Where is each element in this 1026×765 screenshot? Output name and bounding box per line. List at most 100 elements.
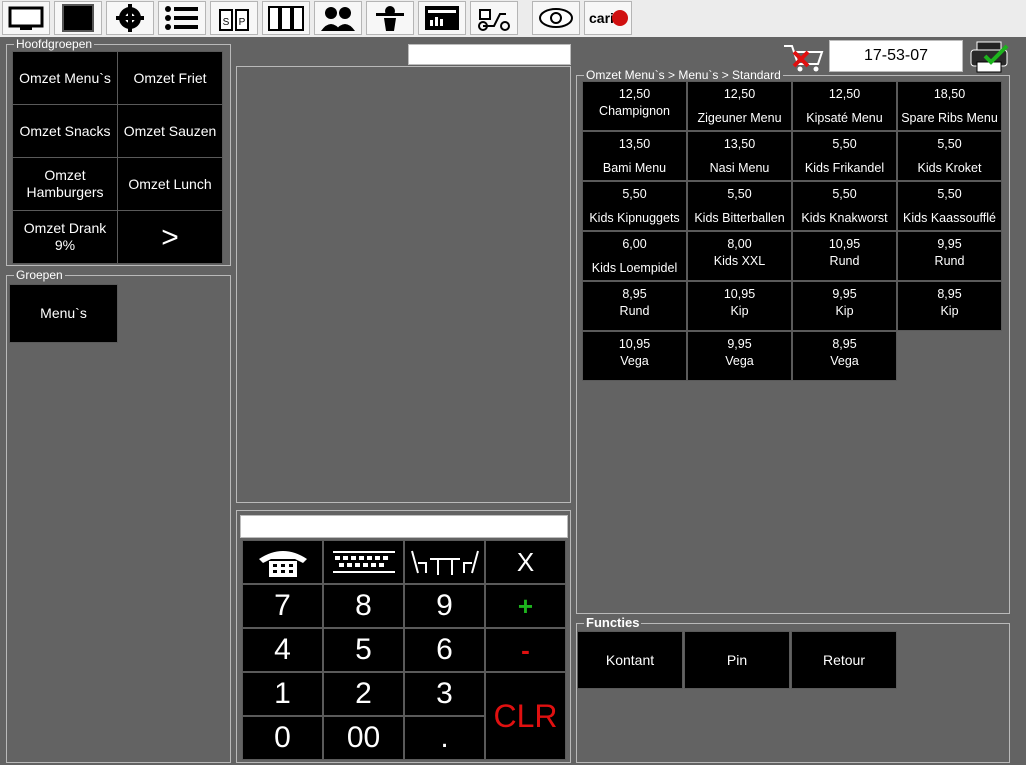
product-name: Kids Bitterballen	[694, 211, 785, 225]
report-icon[interactable]	[418, 1, 466, 35]
salt-pepper-icon[interactable]: SP	[210, 1, 258, 35]
key-5[interactable]: 5	[323, 628, 404, 672]
pin-button[interactable]: Pin	[684, 631, 790, 689]
hoofdgroep-omzet-menus[interactable]: Omzet Menu`s	[12, 51, 118, 105]
svg-text:S: S	[223, 17, 230, 28]
order-list-panel[interactable]	[236, 66, 571, 503]
product-button[interactable]: 18,50 Spare Ribs Menu	[897, 81, 1002, 131]
product-name: Kipsaté Menu	[806, 111, 883, 125]
hoofdgroep-omzet-snacks[interactable]: Omzet Snacks	[12, 104, 118, 158]
key-3[interactable]: 3	[404, 672, 485, 716]
key-decimal[interactable]: .	[404, 716, 485, 760]
keypad-input[interactable]	[240, 515, 568, 538]
product-name: Kids Loempidel	[591, 261, 678, 275]
waiter-icon[interactable]	[366, 1, 414, 35]
telephone-icon[interactable]	[242, 540, 323, 584]
product-name: Vega	[620, 354, 649, 368]
list-icon[interactable]	[158, 1, 206, 35]
minus-key[interactable]: -	[485, 628, 566, 672]
hoofdgroepen-title: Hoofdgroepen	[14, 37, 95, 51]
product-button[interactable]: 10,95 Kip	[687, 281, 792, 331]
svg-text:P: P	[239, 17, 246, 28]
archive-icon[interactable]	[262, 1, 310, 35]
search-input[interactable]	[408, 44, 571, 65]
product-name: Rund	[934, 254, 965, 268]
cart-delete-icon[interactable]	[782, 42, 826, 74]
users-icon[interactable]	[314, 1, 362, 35]
product-name: Champignon	[599, 104, 670, 118]
product-price: 12,50	[723, 87, 756, 101]
product-button[interactable]: 6,00 Kids Loempidel	[582, 231, 687, 281]
key-4[interactable]: 4	[242, 628, 323, 672]
hoofdgroep-omzet-lunch[interactable]: Omzet Lunch	[117, 157, 223, 211]
hoofdgroep-omzet-friet[interactable]: Omzet Friet	[117, 51, 223, 105]
product-button[interactable]: 5,50 Kids Frikandel	[792, 131, 897, 181]
eye-icon[interactable]	[532, 1, 580, 35]
cariari-logo-icon[interactable]: cari	[584, 1, 632, 35]
product-button[interactable]: 5,50 Kids Kipnuggets	[582, 181, 687, 231]
product-name: Vega	[725, 354, 754, 368]
key-6[interactable]: 6	[404, 628, 485, 672]
product-price: 10,95	[723, 287, 756, 301]
product-price: 9,95	[727, 337, 752, 351]
product-name: Bami Menu	[602, 161, 667, 175]
key-1[interactable]: 1	[242, 672, 323, 716]
product-name: Kids Kaassoufflé	[903, 211, 996, 225]
keyboard-icon[interactable]	[323, 540, 404, 584]
retour-button[interactable]: Retour	[791, 631, 897, 689]
product-price: 10,95	[618, 337, 651, 351]
key-2[interactable]: 2	[323, 672, 404, 716]
product-button[interactable]: 5,50 Kids Kroket	[897, 131, 1002, 181]
product-price: 5,50	[622, 187, 647, 201]
key-00[interactable]: 00	[323, 716, 404, 760]
product-name: Kip	[835, 304, 854, 318]
product-button[interactable]: 10,95 Vega	[582, 331, 687, 381]
product-button[interactable]: 5,50 Kids Bitterballen	[687, 181, 792, 231]
delivery-scooter-icon[interactable]	[470, 1, 518, 35]
product-button[interactable]: 5,50 Kids Knakworst	[792, 181, 897, 231]
next-page-button[interactable]: >	[117, 210, 223, 264]
product-name: Kip	[730, 304, 749, 318]
settings-icon[interactable]	[106, 1, 154, 35]
product-button[interactable]: 9,95 Rund	[897, 231, 1002, 281]
close-key[interactable]: X	[485, 540, 566, 584]
hoofdgroep-omzet-drank[interactable]: Omzet Drank 9%	[12, 210, 118, 264]
product-price: 9,95	[832, 287, 857, 301]
product-button[interactable]: 8,00 Kids XXL	[687, 231, 792, 281]
hoofdgroep-omzet-hamburgers[interactable]: Omzet Hamburgers	[12, 157, 118, 211]
monitor-icon[interactable]	[2, 1, 50, 35]
product-name: Kids Frikandel	[804, 161, 885, 175]
product-price: 5,50	[937, 137, 962, 151]
product-price: 8,00	[727, 237, 752, 251]
top-toolbar: SP cari	[0, 0, 1026, 37]
product-button[interactable]: 10,95 Rund	[792, 231, 897, 281]
key-7[interactable]: 7	[242, 584, 323, 628]
product-name: Rund	[829, 254, 860, 268]
product-button[interactable]: 5,50 Kids Kaassoufflé	[897, 181, 1002, 231]
product-button[interactable]: 8,95 Kip	[897, 281, 1002, 331]
key-9[interactable]: 9	[404, 584, 485, 628]
cariari-logo-text: cari	[589, 10, 614, 26]
printer-icon[interactable]	[967, 40, 1011, 74]
product-button[interactable]: 13,50 Nasi Menu	[687, 131, 792, 181]
product-name: Kids Kipnuggets	[589, 211, 680, 225]
screen-icon[interactable]	[54, 1, 102, 35]
product-button[interactable]: 12,50 Zigeuner Menu	[687, 81, 792, 131]
product-button[interactable]: 8,95 Rund	[582, 281, 687, 331]
product-name: Rund	[619, 304, 650, 318]
key-0[interactable]: 0	[242, 716, 323, 760]
product-button[interactable]: 8,95 Vega	[792, 331, 897, 381]
product-name: Spare Ribs Menu	[901, 111, 998, 125]
table-chairs-icon[interactable]	[404, 540, 485, 584]
hoofdgroep-omzet-sauzen[interactable]: Omzet Sauzen	[117, 104, 223, 158]
product-button[interactable]: 9,95 Kip	[792, 281, 897, 331]
key-8[interactable]: 8	[323, 584, 404, 628]
kontant-button[interactable]: Kontant	[577, 631, 683, 689]
group-item-menus[interactable]: Menu`s	[9, 284, 118, 343]
product-button[interactable]: 12,50 Kipsaté Menu	[792, 81, 897, 131]
plus-key[interactable]: +	[485, 584, 566, 628]
clear-key[interactable]: CLR	[485, 672, 566, 760]
product-button[interactable]: 9,95 Vega	[687, 331, 792, 381]
product-button[interactable]: 12,50 Champignon	[582, 81, 687, 131]
product-button[interactable]: 13,50 Bami Menu	[582, 131, 687, 181]
